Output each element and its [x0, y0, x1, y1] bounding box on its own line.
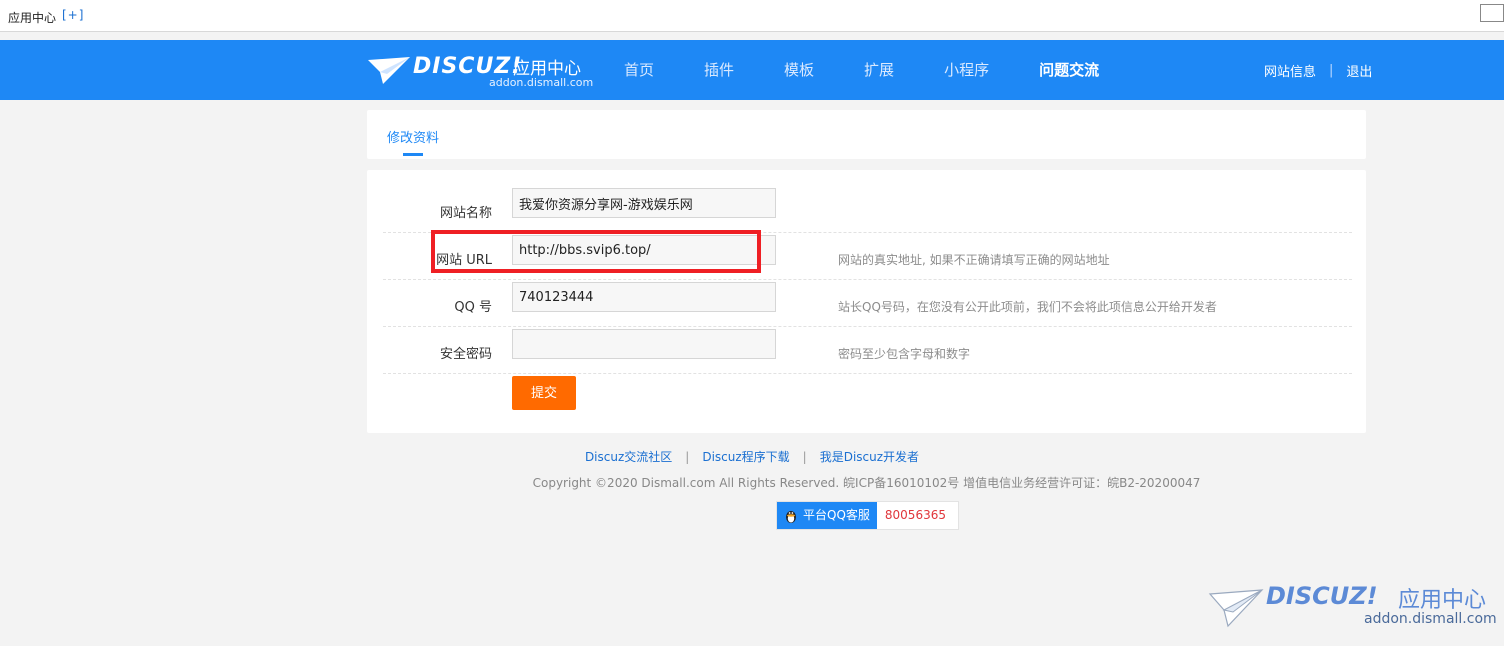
form-row-security-password: 安全密码 密码至少包含字母和数字	[383, 327, 1352, 374]
window-title: 应用中心	[8, 11, 57, 25]
submit-button[interactable]: 提交	[512, 376, 576, 410]
discuz-logo[interactable]: DISCUZ! 应用中心 addon.dismall.com	[367, 52, 593, 90]
site-info-link[interactable]: 网站信息	[1264, 61, 1316, 80]
copyright-text: Copyright ©2020 Dismall.com All Rights R…	[532, 476, 1201, 490]
logout-link[interactable]: 退出	[1346, 61, 1372, 80]
footer-separator: |	[802, 450, 807, 464]
nav-home[interactable]: 首页	[624, 40, 654, 100]
profile-form: 网站名称 网站 URL 网站的真实地址, 如果不正确请填写正确的网站地址 QQ …	[367, 170, 1366, 433]
nav-templates[interactable]: 模板	[784, 40, 814, 100]
site-header: DISCUZ! 应用中心 addon.dismall.com 首页 插件 模板 …	[0, 40, 1504, 100]
header-separator: |	[1329, 62, 1334, 78]
security-password-hint: 密码至少包含字母和数字	[838, 347, 971, 361]
window-control[interactable]	[1480, 4, 1504, 22]
watermark-domain: addon.dismall.com	[1364, 611, 1497, 627]
nav-plugins[interactable]: 插件	[704, 40, 734, 100]
qq-support-label: 平台QQ客服	[803, 508, 870, 522]
tab-active-indicator	[403, 153, 423, 156]
footer-separator: |	[685, 450, 690, 464]
form-row-qq: QQ 号 站长QQ号码，在您没有公开此项前，我们不会将此项信息公开给开发者	[383, 280, 1352, 327]
paper-plane-icon	[368, 57, 410, 84]
qq-label: QQ 号	[454, 300, 492, 315]
site-name-input[interactable]	[512, 188, 776, 218]
footer-link-community[interactable]: Discuz交流社区	[585, 450, 672, 464]
watermark-app-center: 应用中心	[1398, 588, 1487, 613]
nav-questions[interactable]: 问题交流	[1039, 40, 1099, 100]
nav-extensions[interactable]: 扩展	[864, 40, 894, 100]
window-tab-strip: 应用中心 [+]	[0, 0, 1504, 32]
watermark-wordmark: DISCUZ!	[1266, 582, 1378, 610]
url-highlight-box	[431, 230, 761, 273]
security-password-label: 安全密码	[439, 347, 492, 362]
logo-domain: addon.dismall.com	[489, 76, 594, 89]
nav-mini-programs[interactable]: 小程序	[944, 40, 989, 100]
add-tab-button[interactable]: [+]	[62, 8, 84, 22]
site-name-label: 网站名称	[439, 206, 492, 221]
site-url-hint: 网站的真实地址, 如果不正确请填写正确的网站地址	[838, 253, 1110, 267]
footer-link-developer[interactable]: 我是Discuz开发者	[820, 450, 919, 464]
form-row-site-name: 网站名称	[383, 186, 1352, 233]
qq-support-number: 80056365	[884, 508, 946, 522]
footer-link-download[interactable]: Discuz程序下载	[702, 450, 789, 464]
qq-support-button[interactable]: 平台QQ客服	[777, 502, 877, 529]
qq-hint: 站长QQ号码，在您没有公开此项前，我们不会将此项信息公开给开发者	[838, 300, 1217, 314]
header-user-links: 网站信息 | 退出	[1264, 40, 1372, 100]
main-nav: 首页 插件 模板 扩展 小程序 问题交流	[624, 40, 1149, 100]
qq-input[interactable]	[512, 282, 776, 312]
tab-edit-profile[interactable]: 修改资料	[387, 127, 439, 146]
discuz-watermark: DISCUZ! 应用中心 addon.dismall.com	[1208, 582, 1498, 632]
security-password-input[interactable]	[512, 329, 776, 359]
qq-penguin-icon	[786, 510, 796, 523]
footer-links: Discuz交流社区 | Discuz程序下载 | 我是Discuz开发者	[0, 448, 1504, 465]
tab-card: 修改资料	[367, 110, 1366, 159]
qq-support-widget[interactable]: 平台QQ客服 80056365	[776, 501, 959, 530]
paper-plane-icon	[1208, 589, 1264, 628]
